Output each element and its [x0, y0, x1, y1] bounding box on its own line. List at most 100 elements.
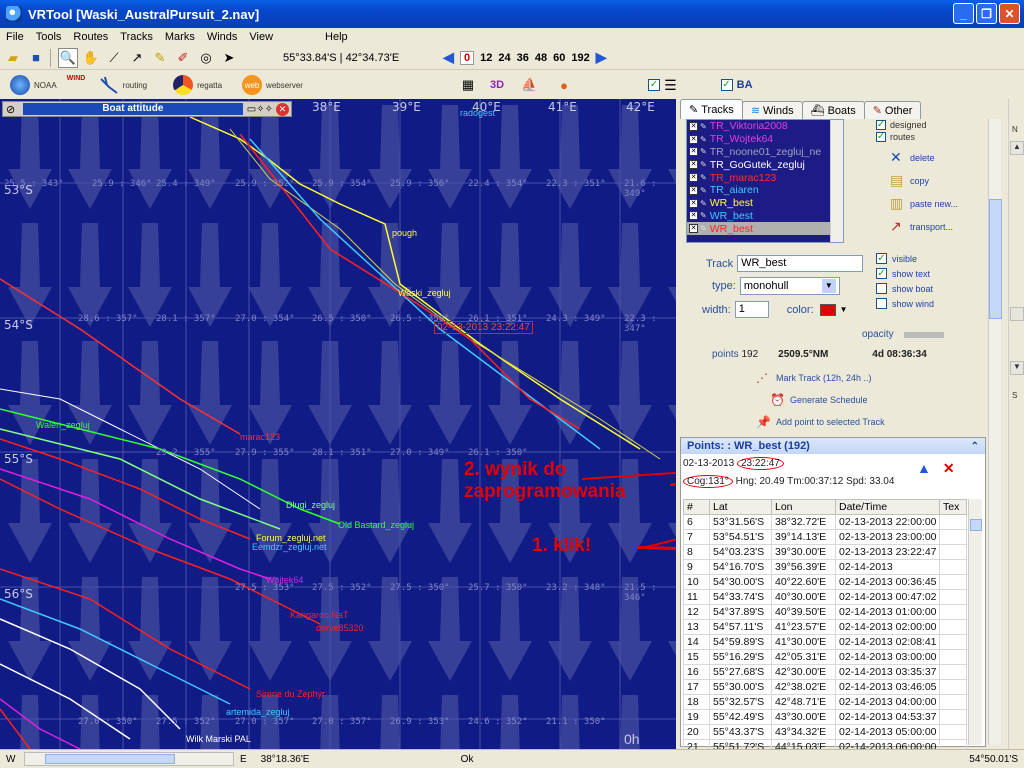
- col-index[interactable]: #: [683, 499, 710, 515]
- menu-tools[interactable]: Tools: [30, 31, 68, 43]
- mark-track-button[interactable]: ⋰ Mark Track (12h, 24h ..): [756, 367, 885, 389]
- col-lon[interactable]: Lon: [771, 499, 836, 515]
- measure-icon[interactable]: ⟋: [104, 48, 124, 68]
- hour-24[interactable]: 24: [498, 52, 510, 64]
- map-label[interactable]: radogest: [460, 108, 495, 118]
- table-row[interactable]: 9 54°16.70'S 39°56.39'E 02-14-2013: [683, 559, 967, 575]
- paste-new-button[interactable]: ▥ paste new...: [890, 195, 996, 212]
- scroll-up-icon[interactable]: ▲: [1010, 141, 1024, 155]
- time-next-icon[interactable]: ▶: [596, 49, 607, 66]
- route-icon[interactable]: ↗: [127, 48, 147, 68]
- map-label[interactable]: marac123: [240, 432, 280, 442]
- add-point-button[interactable]: 📌 Add point to selected Track: [756, 411, 885, 433]
- map-label[interactable]: Dlugi_zegluj: [286, 500, 335, 510]
- track-toggle-checkbox[interactable]: ✕: [689, 134, 698, 144]
- map-label[interactable]: Eemdzr_zegluj.net: [252, 542, 327, 552]
- menu-routes[interactable]: Routes: [67, 31, 114, 43]
- close-icon[interactable]: ✕: [276, 102, 289, 116]
- visible-checkbox[interactable]: ✓: [876, 253, 887, 264]
- tab-winds[interactable]: ≋ Winds: [741, 101, 803, 119]
- webserver-button[interactable]: web webserver: [242, 75, 303, 95]
- tab-tracks[interactable]: ✎ Tracks: [680, 99, 743, 119]
- col-datetime[interactable]: Date/Time: [835, 499, 940, 515]
- pointer-icon[interactable]: ➤: [219, 48, 239, 68]
- map-label[interactable]: dorve85320: [316, 623, 364, 633]
- table-row[interactable]: 15 55°16.29'S 42°05.31'E 02-14-2013 03:00:0…: [683, 649, 967, 665]
- open-folder-icon[interactable]: ▰: [3, 48, 23, 68]
- track-list-item[interactable]: ✕ ✎ TR_Wojtek64: [687, 133, 843, 146]
- table-row[interactable]: 17 55°30.00'S 42°38.02'E 02-14-2013 03:46:0…: [683, 679, 967, 695]
- tab-other[interactable]: ✎ Other: [863, 101, 922, 119]
- color-swatch[interactable]: [819, 303, 836, 316]
- track-toggle-checkbox[interactable]: ✕: [689, 211, 698, 221]
- map-label[interactable]: pough: [392, 228, 417, 238]
- track-toggle-checkbox[interactable]: ✕: [689, 160, 698, 170]
- track-toggle-checkbox[interactable]: ✕: [689, 173, 698, 183]
- width-stepper[interactable]: 1: [734, 301, 769, 318]
- track-list-item[interactable]: ✕ ✎ WR_best: [687, 222, 843, 236]
- show-boat-checkbox[interactable]: [876, 283, 887, 294]
- hour-36[interactable]: 36: [517, 52, 529, 64]
- track-list-item[interactable]: ✕ ✎ WR_best: [687, 197, 843, 210]
- restore-button[interactable]: ❐: [976, 3, 997, 24]
- calculator-icon[interactable]: ▦: [458, 75, 478, 95]
- map-label[interactable]: artemida_zegluj: [226, 707, 290, 717]
- menu-view[interactable]: View: [243, 31, 279, 43]
- points-scrollbar[interactable]: [968, 499, 982, 745]
- map-label[interactable]: Old Bastard_zegluj: [338, 520, 414, 530]
- hscroll-thumb[interactable]: [45, 754, 175, 764]
- show-text-checkbox[interactable]: ✓: [876, 268, 887, 279]
- track-list[interactable]: ✕ ✎ TR_Viktoria2008 ✕ ✎ TR_Wojtek64 ✕ ✎ TR_noone…: [686, 119, 844, 243]
- close-button[interactable]: ✕: [999, 3, 1020, 24]
- visible-option[interactable]: ✓ visible: [876, 251, 934, 266]
- table-row[interactable]: 11 54°33.74'S 40°30.00'E 02-14-2013 00:47:0…: [683, 589, 967, 605]
- time-prev-icon[interactable]: ◀: [443, 49, 454, 66]
- save-icon[interactable]: ■: [26, 48, 46, 68]
- scroll-thumb[interactable]: [1010, 307, 1024, 321]
- track-list-item[interactable]: ✕ ✎ WR_best: [687, 210, 843, 223]
- pan-hand-icon[interactable]: ✋: [81, 48, 101, 68]
- type-select[interactable]: monohull ▼: [739, 277, 840, 295]
- show-wind-option[interactable]: show wind: [876, 296, 934, 311]
- tab-boats[interactable]: ⛴ Boats: [801, 101, 865, 119]
- table-row[interactable]: 19 55°42.49'S 43°30.00'E 02-14-2013 04:53:3…: [683, 709, 967, 725]
- window-tools-icon[interactable]: ▭✧✧: [247, 104, 273, 115]
- sailboat-icon[interactable]: ⛵: [519, 75, 539, 95]
- map-label[interactable]: Walen_zegluj: [36, 420, 90, 430]
- panel-scroll-thumb[interactable]: [989, 199, 1002, 319]
- zoom-icon[interactable]: 🔍: [58, 47, 78, 68]
- table-row[interactable]: 6 53°31.56'S 38°32.72'E 02-13-2013 22:00:00: [683, 514, 967, 530]
- track-toggle-checkbox[interactable]: ✕: [689, 198, 698, 208]
- regatta-button[interactable]: regatta: [173, 75, 222, 95]
- chart-map[interactable]: 38°E 39°E 40°E 41°E 42°E 53°S 54°S 55°S …: [0, 99, 676, 749]
- map-label[interactable]: Wilk Marski PAL: [186, 734, 251, 744]
- track-toggle-checkbox[interactable]: ✕: [689, 224, 698, 234]
- transport-button[interactable]: ↗ transport...: [890, 218, 996, 235]
- wind-button[interactable]: WIND: [67, 75, 91, 95]
- track-list-item[interactable]: ✕ ✎ TR_GoGutek_zegluj: [687, 158, 843, 171]
- table-row[interactable]: 13 54°57.11'S 41°23.57'E 02-14-2013 02:00:0…: [683, 619, 967, 635]
- delete-point-icon[interactable]: ✕: [943, 460, 955, 477]
- map-label[interactable]: Kangaroo NaT: [290, 610, 349, 620]
- target-icon[interactable]: ◎: [196, 48, 216, 68]
- hour-48[interactable]: 48: [535, 52, 547, 64]
- points-scroll-thumb[interactable]: [970, 519, 982, 531]
- opacity-slider[interactable]: [903, 331, 944, 338]
- table-row[interactable]: 16 55°27.68'S 42°30.00'E 02-14-2013 03:35:3…: [683, 664, 967, 680]
- routing-button[interactable]: routing: [99, 75, 147, 95]
- pen-icon[interactable]: ✎: [150, 48, 170, 68]
- delete-button[interactable]: ✕ delete: [890, 149, 996, 166]
- menu-file[interactable]: File: [0, 31, 30, 43]
- scroll-down-icon[interactable]: ▼: [1010, 361, 1024, 375]
- menu-tracks[interactable]: Tracks: [114, 31, 159, 43]
- track-toggle-checkbox[interactable]: ✕: [689, 121, 698, 131]
- show-wind-checkbox[interactable]: [876, 298, 887, 309]
- col-text[interactable]: Tex: [939, 499, 967, 515]
- hour-60[interactable]: 60: [553, 52, 565, 64]
- col-lat[interactable]: Lat: [709, 499, 772, 515]
- color-dropdown-icon[interactable]: ▼: [840, 305, 848, 314]
- move-up-icon[interactable]: ▲: [917, 460, 931, 477]
- layer-checkbox[interactable]: ✓: [648, 79, 661, 91]
- eraser-icon[interactable]: ✐: [173, 48, 193, 68]
- boat-attitude-window[interactable]: ⊘ Boat attitude ▭✧✧ ✕: [2, 101, 292, 117]
